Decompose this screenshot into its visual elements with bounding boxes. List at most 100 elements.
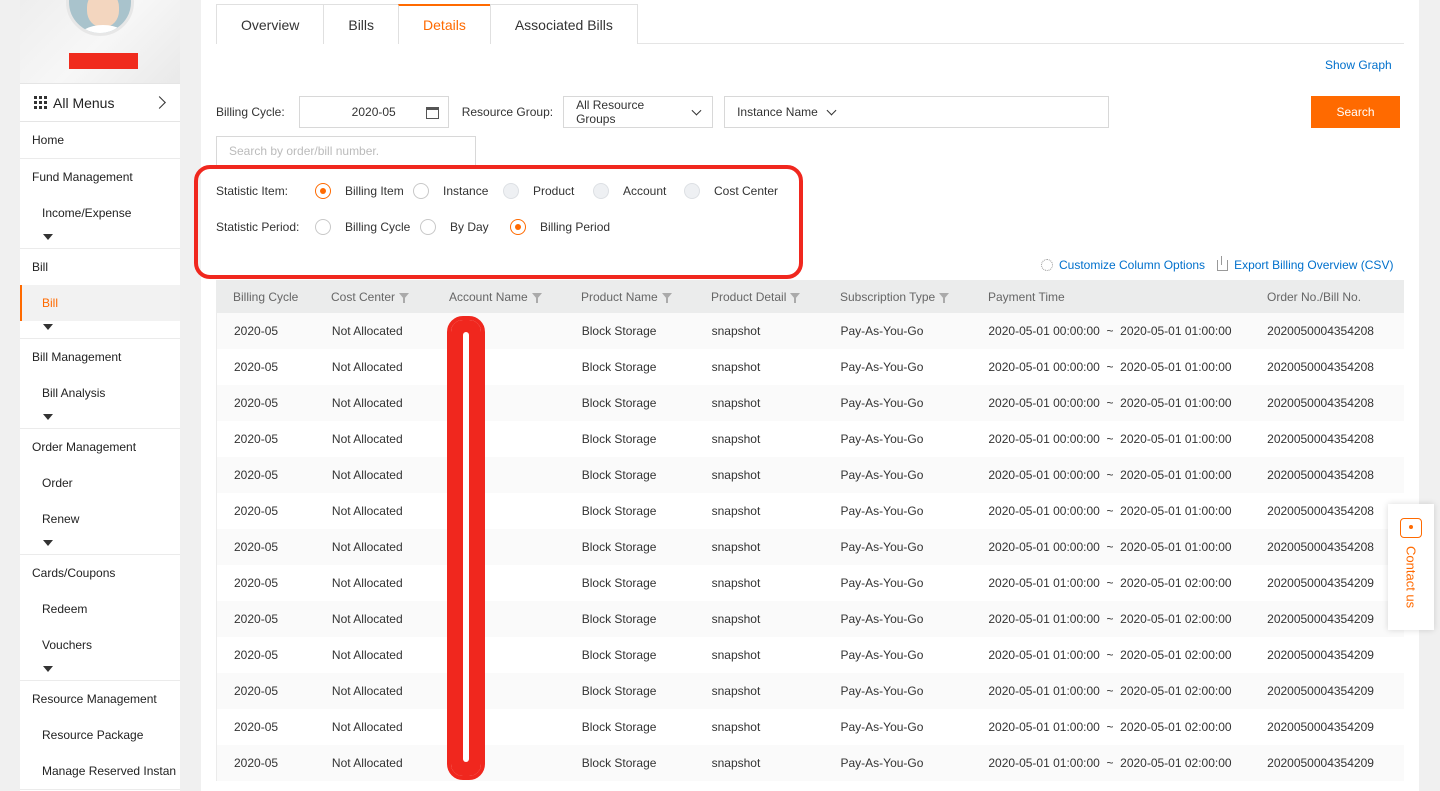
table-row[interactable]: 2020-05 Not Allocated Block Storage snapsho… — [216, 457, 1404, 493]
table-cell: 2020-05-01 01:00:00 ~ 2020-05-01 02:00:0… — [988, 756, 1232, 770]
table-cell: 2020050004354209 — [1267, 684, 1374, 698]
sidebar-item-fund-management[interactable]: Fund Management — [20, 159, 180, 195]
resource-group-select[interactable]: All Resource Groups — [563, 96, 714, 128]
table-row[interactable]: 2020-05 Not Allocated Block Storage snapsho… — [216, 745, 1404, 781]
table-cell: Not Allocated — [331, 396, 403, 410]
caret-down-icon[interactable] — [20, 231, 180, 248]
instance-name-value: Instance Name — [737, 105, 818, 119]
table-cell: Pay-As-You-Go — [840, 324, 924, 338]
column-header-label: Payment Time — [988, 289, 1065, 304]
sidebar-item-bill-management[interactable]: Bill Management — [20, 339, 180, 375]
table-cell: 2020050004354208 — [1267, 468, 1374, 482]
sidebar-item-vouchers[interactable]: Vouchers — [20, 627, 180, 663]
table-cell: snapshot — [711, 612, 761, 626]
tab-overview[interactable]: Overview — [216, 4, 325, 44]
table-cell: Not Allocated — [331, 468, 403, 482]
column-header[interactable]: Product Detail — [711, 290, 840, 304]
sidebar-item-income-expense[interactable]: Income/Expense — [20, 195, 180, 231]
billing-cycle-label: Billing Cycle: — [216, 105, 285, 119]
table-row[interactable]: 2020-05 Not Allocated Block Storage snapsho… — [216, 349, 1404, 385]
filter-icon[interactable] — [661, 292, 672, 303]
sidebar-group: Bill Bill — [20, 249, 180, 339]
table-cell: snapshot — [711, 504, 761, 518]
table-row[interactable]: 2020-05 Not Allocated Block Storage snapsho… — [216, 529, 1404, 565]
contact-us-button[interactable]: Contact us — [1388, 504, 1434, 630]
sidebar-item-home[interactable]: Home — [20, 122, 180, 158]
table-row[interactable]: 2020-05 Not Allocated Block Storage snapsho… — [216, 637, 1404, 673]
instance-name-select[interactable]: Instance Name — [724, 96, 1110, 128]
table-cell: Not Allocated — [331, 576, 403, 590]
table-cell: Not Allocated — [331, 612, 403, 626]
filter-icon[interactable] — [790, 292, 801, 303]
show-graph-link[interactable]: Show Graph — [1325, 58, 1392, 72]
all-menus-button[interactable]: All Menus — [20, 84, 180, 122]
table-row[interactable]: 2020-05 Not Allocated Block Storage snapsho… — [216, 493, 1404, 529]
table-header: Billing Cycle Cost Center Account Name Prod… — [216, 280, 1404, 313]
tab-bar: Overview Bills Details Associated Bills — [216, 4, 1404, 44]
export-csv-link[interactable]: Export Billing Overview (CSV) — [1234, 258, 1393, 272]
hexagon-icon — [1400, 518, 1422, 538]
table-row[interactable]: 2020-05 Not Allocated Block Storage snapsho… — [216, 421, 1404, 457]
sidebar-item-resource-package[interactable]: Resource Package — [20, 717, 180, 753]
table-cell: 2020-05 — [234, 648, 279, 662]
tab-associated-bills[interactable]: Associated Bills — [489, 4, 638, 44]
table-row[interactable]: 2020-05 Not Allocated Block Storage snapsho… — [216, 565, 1404, 601]
caret-down-icon[interactable] — [20, 411, 180, 428]
sidebar-item-manage-reserved-instan[interactable]: Manage Reserved Instan — [20, 753, 180, 789]
sidebar-item-bill-analysis[interactable]: Bill Analysis — [20, 375, 180, 411]
tab-details[interactable]: Details — [398, 4, 491, 44]
sidebar-item-bill[interactable]: Bill — [20, 285, 180, 321]
avatar[interactable] — [66, 0, 134, 36]
table-cell: 2020-05-01 00:00:00 ~ 2020-05-01 01:00:0… — [988, 324, 1232, 338]
redacted-username — [69, 53, 138, 69]
table-cell: 2020-05 — [234, 576, 279, 590]
caret-down-icon[interactable] — [20, 537, 180, 554]
filter-icon[interactable] — [531, 292, 542, 303]
table-row[interactable]: 2020-05 Not Allocated Block Storage snapsho… — [216, 313, 1404, 349]
column-header-label: Order No./Bill No. — [1267, 289, 1362, 304]
sidebar-item-order[interactable]: Order — [20, 465, 180, 501]
sidebar-item-order-management[interactable]: Order Management — [20, 429, 180, 465]
column-header[interactable]: Billing Cycle — [216, 290, 331, 304]
sidebar-item-renew[interactable]: Renew — [20, 501, 180, 537]
search-button[interactable]: Search — [1311, 96, 1400, 128]
sidebar-item-cards-coupons[interactable]: Cards/Coupons — [20, 555, 180, 591]
column-header[interactable]: Account Name — [449, 290, 581, 304]
table-cell: Pay-As-You-Go — [840, 396, 924, 410]
table-cell: 2020-05-01 00:00:00 ~ 2020-05-01 01:00:0… — [988, 360, 1232, 374]
contact-us-label: Contact us — [1403, 546, 1419, 609]
sidebar-item-bill[interactable]: Bill — [20, 249, 180, 285]
table-cell: Block Storage — [581, 504, 657, 518]
table-cell: 2020-05 — [234, 396, 279, 410]
column-header[interactable]: Cost Center — [331, 290, 449, 304]
column-header[interactable]: Product Name — [581, 290, 711, 304]
column-header[interactable]: Subscription Type — [840, 290, 988, 304]
billing-details-table: Billing Cycle Cost Center Account Name Prod… — [216, 280, 1404, 781]
table-cell: 2020050004354209 — [1267, 756, 1374, 770]
table-row[interactable]: 2020-05 Not Allocated Block Storage snapsho… — [216, 673, 1404, 709]
table-cell: 2020-05-01 00:00:00 ~ 2020-05-01 01:00:0… — [988, 504, 1232, 518]
table-row[interactable]: 2020-05 Not Allocated Block Storage snapsho… — [216, 385, 1404, 421]
billing-cycle-picker[interactable]: 2020-05 — [298, 96, 449, 128]
tab-bills[interactable]: Bills — [323, 4, 400, 44]
table-cell: Block Storage — [581, 756, 657, 770]
caret-down-icon[interactable] — [20, 321, 180, 338]
caret-down-icon[interactable] — [20, 663, 180, 680]
table-cell: Not Allocated — [331, 720, 403, 734]
sidebar-profile — [20, 0, 180, 84]
filter-icon[interactable] — [939, 292, 950, 303]
avatar-shirt — [77, 25, 129, 33]
table-row[interactable]: 2020-05 Not Allocated Block Storage snapsho… — [216, 709, 1404, 745]
table-row[interactable]: 2020-05 Not Allocated Block Storage snapsho… — [216, 601, 1404, 637]
order-search-input[interactable]: Search by order/bill number. — [216, 136, 476, 166]
table-cell: Pay-As-You-Go — [840, 432, 924, 446]
table-cell: Block Storage — [581, 540, 657, 554]
column-header[interactable]: Order No./Bill No. — [1267, 290, 1404, 304]
filter-icon[interactable] — [399, 292, 410, 303]
table-cell: Not Allocated — [331, 324, 403, 338]
sidebar-item-redeem[interactable]: Redeem — [20, 591, 180, 627]
column-header[interactable]: Payment Time — [988, 290, 1267, 304]
customize-columns-link[interactable]: Customize Column Options — [1059, 258, 1205, 272]
table-cell: Block Storage — [581, 396, 657, 410]
sidebar-item-resource-management[interactable]: Resource Management — [20, 681, 180, 717]
